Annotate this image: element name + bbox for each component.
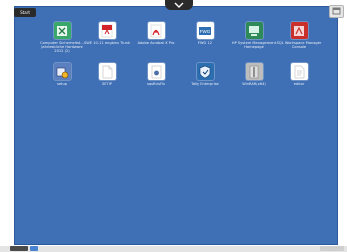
desktop-icon-label: SWE 10-11 engbins Trunk [84, 41, 130, 45]
desktop-icon-label: HP System Management Homepage [231, 41, 277, 50]
desktop-icon-8[interactable]: SETIP [84, 63, 130, 86]
desktop-icon-12[interactable]: editor [276, 63, 322, 86]
top-center-tab[interactable] [165, 0, 193, 10]
pdf-icon [98, 22, 116, 39]
excel-doc-icon [53, 22, 71, 39]
desktop-icon-5[interactable]: HP System Management Homepage [231, 22, 277, 49]
desktop-icon-label: Tally Enterprise [191, 82, 219, 86]
taskbar-pinned-item[interactable] [30, 246, 38, 251]
desktop-icon-label: SETIP [102, 82, 112, 86]
acrobat-icon [147, 22, 165, 39]
archive-icon [245, 63, 263, 80]
blank-file-icon [98, 63, 116, 80]
setup-icon [53, 63, 71, 80]
desktop-icon-3[interactable]: Adobe Acrobat X Pro [133, 22, 179, 45]
tally-icon [196, 63, 214, 80]
document-icon [290, 63, 308, 80]
desktop-icon-6[interactable]: SQL Workspace Manager Console [276, 22, 322, 49]
desktop-icon-label: FWG 12 [197, 41, 213, 45]
screen: Start Computer Sicherheitst... Jahrlesbl… [0, 0, 347, 252]
taskbar-left-item[interactable] [10, 246, 28, 251]
desktop-icon-1[interactable]: Computer Sicherheitst... Jahrlesbliche H… [39, 22, 85, 54]
desktop-icon-11[interactable]: WinRAR(x64) [231, 63, 277, 86]
sql-file-icon [147, 63, 165, 80]
hp-system-icon [245, 22, 263, 39]
desktop-icon-label: setup [56, 82, 68, 86]
desktop-icon-4[interactable]: FWG FWG 12 [182, 22, 228, 45]
desktop-icon-label: editor [293, 82, 305, 86]
start-button[interactable]: Start [14, 8, 36, 17]
svg-text:FWG: FWG [200, 29, 211, 34]
sql-manager-icon [290, 22, 308, 39]
desktop-icon-label: Adobe Acrobat X Pro [137, 41, 175, 45]
desktop-icon-10[interactable]: Tally Enterprise [182, 63, 228, 86]
taskbar-tray[interactable] [320, 246, 344, 251]
fwg-icon: FWG [196, 22, 214, 39]
window-control-button[interactable] [329, 5, 344, 18]
desktop-icon-label: WinRAR(x64) [242, 82, 266, 86]
desktop-icon-9[interactable]: sqsRduFix [133, 63, 179, 86]
desktop-icon-label: sqsRduFix [146, 82, 165, 86]
desktop-icon-label: Computer Sicherheitst... Jahrlesbliche H… [40, 41, 84, 54]
window-icon [332, 7, 341, 15]
taskbar [0, 246, 347, 252]
desktop-icon-2[interactable]: SWE 10-11 engbins Trunk [84, 22, 130, 45]
desktop-icon-label: SQL Workspace Manager Console [276, 41, 322, 50]
chevron-down-icon [174, 2, 184, 8]
desktop-icon-7[interactable]: setup [39, 63, 85, 86]
